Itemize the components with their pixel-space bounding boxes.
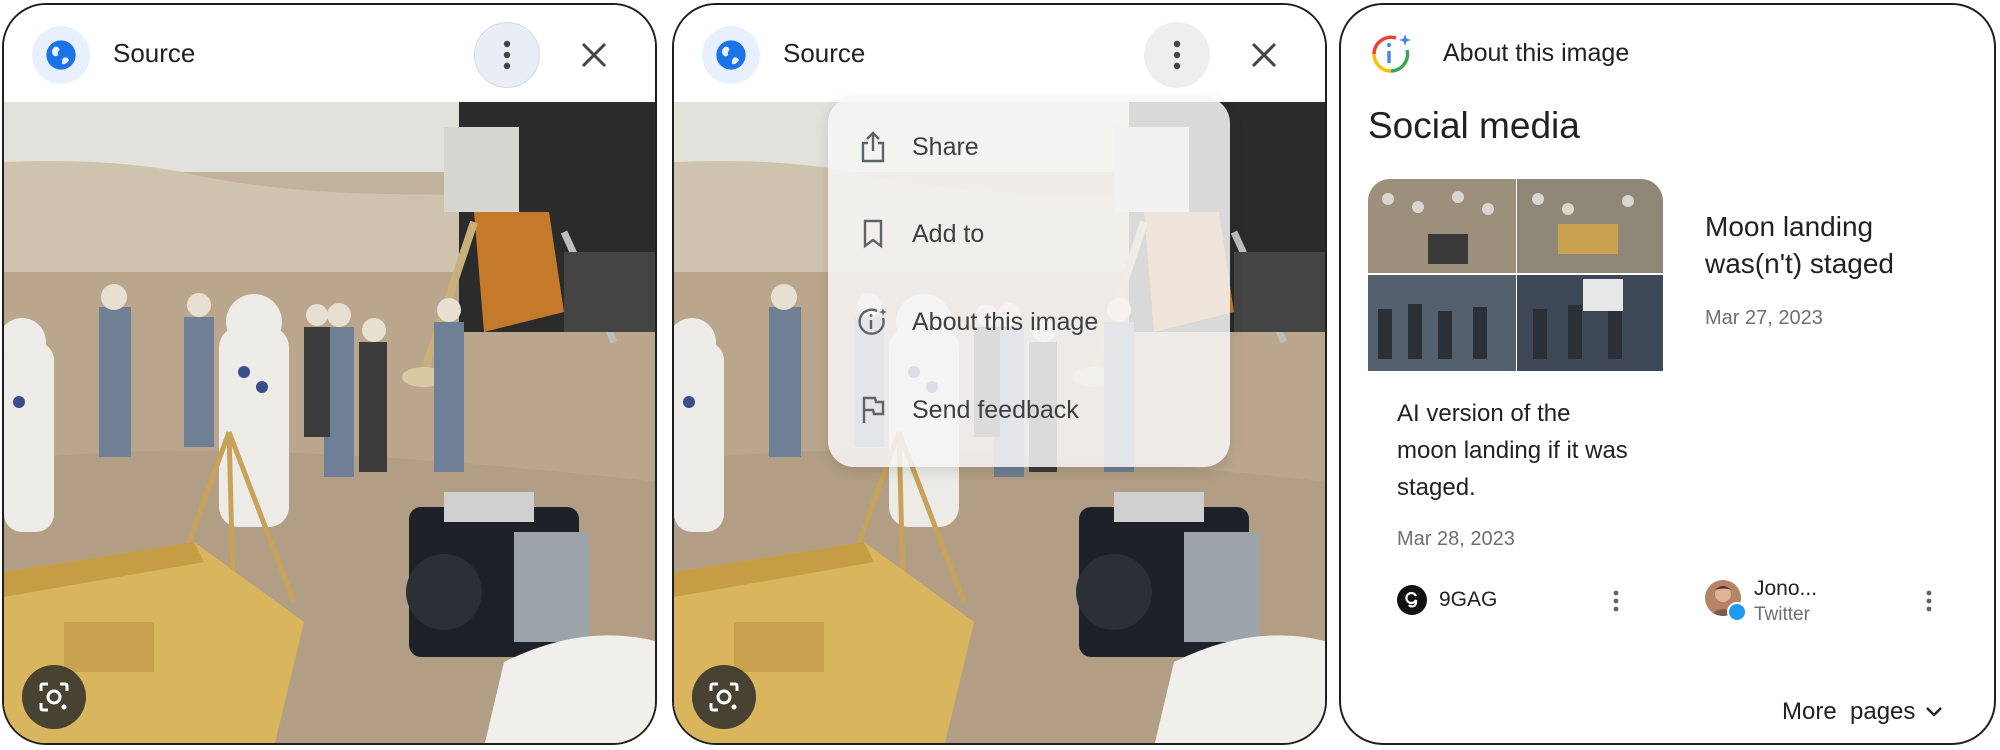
more-pages-button[interactable]: More pages (1782, 698, 1943, 726)
google-lens-icon[interactable] (22, 665, 86, 729)
source-label[interactable]: Source (113, 38, 195, 69)
twitter-icon (1727, 602, 1747, 622)
more-vert-icon[interactable] (1606, 583, 1626, 619)
about-this-image-panel: About this image Social media AI version… (1339, 3, 1996, 745)
chevron-down-icon (1925, 706, 1943, 718)
more-vert-icon[interactable] (1144, 22, 1210, 88)
close-icon[interactable] (571, 32, 617, 78)
about-image-icon (856, 305, 890, 339)
close-icon[interactable] (1241, 32, 1287, 78)
more-vert-icon[interactable] (1919, 583, 1939, 619)
image-viewer-panel: Source (2, 3, 657, 745)
menu-item-about-this-image[interactable]: About this image (828, 292, 1230, 352)
menu-item-label: About this image (912, 307, 1099, 336)
card-thumbnail[interactable] (1368, 179, 1663, 371)
card-date: Mar 28, 2023 (1397, 528, 1515, 550)
card-source-name: 9GAG (1439, 588, 1498, 611)
more-pages-label: More pages (1782, 698, 1916, 725)
menu-item-label: Share (912, 132, 979, 161)
bookmark-icon (856, 217, 890, 251)
menu-item-add-to[interactable]: Add to (828, 204, 1230, 264)
overflow-menu: Share Add to About this image Send feedb… (828, 97, 1230, 467)
menu-item-label: Send feedback (912, 395, 1079, 424)
source-image (4, 102, 655, 743)
globe-icon[interactable] (32, 26, 90, 84)
avatar (1705, 580, 1747, 622)
section-title: Social media (1368, 105, 1580, 146)
card-title[interactable]: Moon landing was(n't) staged (1705, 208, 1955, 282)
menu-item-label: Add to (912, 219, 985, 248)
more-vert-icon[interactable] (474, 22, 540, 88)
card-source-platform: Twitter (1754, 604, 1810, 625)
flag-icon (856, 393, 890, 427)
globe-icon[interactable] (702, 26, 760, 84)
menu-item-send-feedback[interactable]: Send feedback (828, 380, 1230, 440)
image-viewer-panel-menu-open: Source Share Add to About this image Sen… (672, 3, 1327, 745)
viewer-top-bar: Source (674, 5, 1325, 102)
about-panel-title: About this image (1443, 39, 1630, 67)
source-label[interactable]: Source (783, 38, 865, 69)
share-icon (856, 130, 890, 164)
card-source-name: Jono... (1754, 577, 1818, 600)
9gag-logo-icon (1397, 585, 1427, 615)
about-image-icon (1369, 30, 1413, 78)
viewer-top-bar: Source (4, 5, 655, 102)
card-date: Mar 27, 2023 (1705, 307, 1823, 329)
google-lens-icon[interactable] (692, 665, 756, 729)
menu-item-share[interactable]: Share (828, 117, 1230, 177)
card-title[interactable]: AI version of the moon landing if it was… (1397, 395, 1637, 506)
